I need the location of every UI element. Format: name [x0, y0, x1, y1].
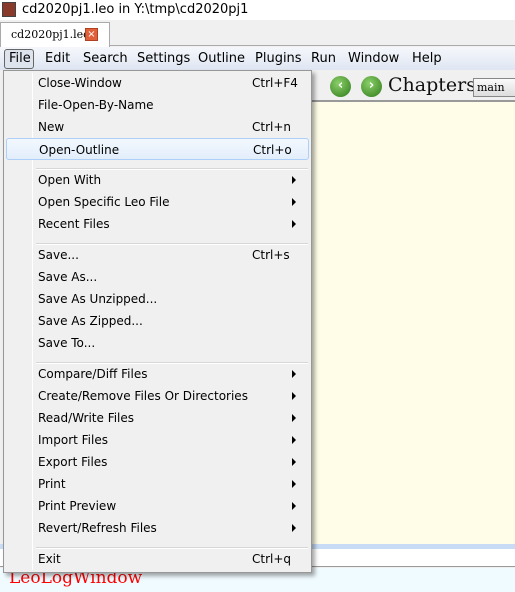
chapters-select[interactable]: main	[473, 78, 515, 97]
menu-item-open-with[interactable]: Open With	[6, 169, 309, 191]
menu-search[interactable]: Search	[83, 51, 128, 66]
window-title: cd2020pj1.leo in Y:\tmp\cd2020pj1	[22, 2, 249, 17]
menu-item-label: Print Preview	[38, 499, 117, 513]
tab-label: cd2020pj1.leo	[11, 28, 90, 41]
menu-item-label: Revert/Refresh Files	[38, 521, 157, 535]
menu-item-shortcut: Ctrl+F4	[252, 76, 298, 90]
menu-item-shortcut: Ctrl+o	[253, 143, 292, 157]
menu-item-read-write-files[interactable]: Read/Write Files	[6, 407, 309, 429]
menu-item-label: Save...	[38, 248, 79, 262]
menu-item-file-open-by-name[interactable]: File-Open-By-Name	[6, 94, 309, 116]
menu-item-label: File-Open-By-Name	[38, 98, 154, 112]
menu-item-open-specific-leo-file[interactable]: Open Specific Leo File	[6, 191, 309, 213]
menu-item-revert-refresh-files[interactable]: Revert/Refresh Files	[6, 517, 309, 539]
menu-item-export-files[interactable]: Export Files	[6, 451, 309, 473]
menu-item-label: Print	[38, 477, 66, 491]
menu-settings[interactable]: Settings	[137, 51, 190, 66]
menu-item-close-window[interactable]: Close-Window Ctrl+F4	[6, 72, 309, 94]
chapters-label: Chapters:	[388, 74, 483, 96]
menu-run[interactable]: Run	[311, 51, 336, 66]
menu-outline[interactable]: Outline	[198, 51, 245, 66]
menu-item-print-preview[interactable]: Print Preview	[6, 495, 309, 517]
menu-bar: File Edit Search Settings Outline Plugin…	[0, 47, 515, 70]
menu-window[interactable]: Window	[348, 51, 399, 66]
submenu-arrow-icon	[292, 414, 296, 422]
menu-item-label: Open With	[38, 173, 102, 187]
menu-item-label: Compare/Diff Files	[38, 367, 148, 381]
submenu-arrow-icon	[292, 480, 296, 488]
menu-item-save-as-zipped[interactable]: Save As Zipped...	[6, 310, 309, 332]
menu-item-shortcut: Ctrl+s	[252, 248, 290, 262]
menu-item-label: New	[38, 120, 65, 134]
submenu-arrow-icon	[292, 524, 296, 532]
tab-cd2020pj1[interactable]: cd2020pj1.leo ×	[0, 22, 110, 47]
menu-item-label: Close-Window	[38, 76, 122, 90]
submenu-arrow-icon	[292, 392, 296, 400]
close-tab-icon[interactable]: ×	[85, 28, 98, 41]
file-menu-dropdown: Close-Window Ctrl+F4 File-Open-By-Name New C…	[3, 70, 312, 573]
menu-item-recent-files[interactable]: Recent Files	[6, 213, 309, 235]
menu-item-label: Save As Unzipped...	[38, 292, 158, 306]
menu-item-label: Save As Zipped...	[38, 314, 143, 328]
menu-item-label: Export Files	[38, 455, 108, 469]
menu-item-label: Save To...	[38, 336, 96, 350]
title-bar: cd2020pj1.leo in Y:\tmp\cd2020pj1	[0, 0, 515, 20]
menu-item-label: Save As...	[38, 270, 98, 284]
menu-item-create-remove-files-or-directories[interactable]: Create/Remove Files Or Directories	[6, 385, 309, 407]
menu-item-label: Open Specific Leo File	[38, 195, 170, 209]
menu-item-exit[interactable]: Exit Ctrl+q	[6, 548, 309, 570]
menu-item-save-as-unzipped[interactable]: Save As Unzipped...	[6, 288, 309, 310]
submenu-arrow-icon	[292, 458, 296, 466]
menu-item-label: Open-Outline	[39, 143, 120, 157]
forward-arrow-icon[interactable]: ›	[361, 76, 382, 97]
menu-item-import-files[interactable]: Import Files	[6, 429, 309, 451]
menu-item-save-to[interactable]: Save To...	[6, 332, 309, 354]
menu-item-print[interactable]: Print	[6, 473, 309, 495]
back-arrow-icon[interactable]: ‹	[330, 76, 351, 97]
menu-item-compare-diff-files[interactable]: Compare/Diff Files	[6, 363, 309, 385]
menu-help[interactable]: Help	[412, 51, 442, 66]
menu-item-label: Import Files	[38, 433, 108, 447]
submenu-arrow-icon	[292, 198, 296, 206]
menu-file[interactable]: File	[4, 49, 34, 69]
body-pane[interactable]	[312, 100, 515, 544]
leo-app-icon[interactable]	[2, 2, 16, 17]
menu-item-label: Recent Files	[38, 217, 110, 231]
menu-item-shortcut: Ctrl+q	[252, 552, 292, 566]
submenu-arrow-icon	[292, 502, 296, 510]
submenu-arrow-icon	[292, 176, 296, 184]
menu-item-label: Create/Remove Files Or Directories	[38, 389, 248, 403]
menu-item-label: Read/Write Files	[38, 411, 135, 425]
menu-item-save-as[interactable]: Save As...	[6, 266, 309, 288]
menu-item-open-outline[interactable]: Open-Outline Ctrl+o	[6, 138, 309, 160]
menu-item-new[interactable]: New Ctrl+n	[6, 116, 309, 138]
menu-edit[interactable]: Edit	[45, 51, 70, 66]
submenu-arrow-icon	[292, 436, 296, 444]
submenu-arrow-icon	[292, 220, 296, 228]
menu-item-shortcut: Ctrl+n	[252, 120, 292, 134]
menu-item-save[interactable]: Save... Ctrl+s	[6, 244, 309, 266]
menu-item-label: Exit	[38, 552, 61, 566]
submenu-arrow-icon	[292, 370, 296, 378]
menu-plugins[interactable]: Plugins	[255, 51, 302, 66]
